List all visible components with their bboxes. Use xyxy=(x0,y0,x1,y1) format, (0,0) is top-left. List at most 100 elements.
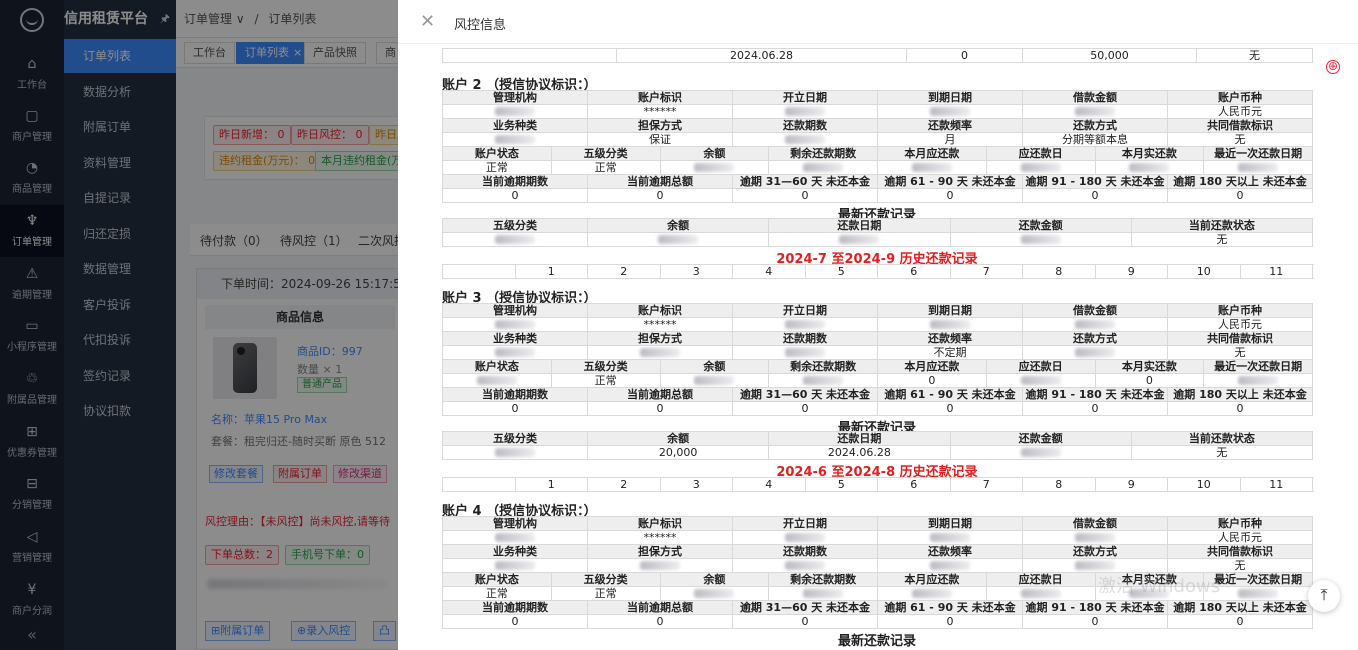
v2-0 xyxy=(442,558,588,573)
add-circle-icon[interactable]: ⊕ xyxy=(1326,60,1340,74)
h3-7: 最近一次还款日期 xyxy=(1203,146,1313,161)
h1-3: 到期日期 xyxy=(877,90,1023,105)
v4-2: 0 xyxy=(732,188,878,203)
latest-v-3 xyxy=(949,232,1132,247)
redacted-value xyxy=(1238,589,1279,598)
v1-4 xyxy=(1022,317,1168,332)
v4-3: 0 xyxy=(877,401,1023,416)
h3-6: 本月实还款 xyxy=(1094,359,1205,374)
v3-0 xyxy=(442,373,552,388)
v2-2 xyxy=(732,558,878,573)
v4-3: 0 xyxy=(877,188,1023,203)
redacted-value xyxy=(640,561,680,570)
v1-4 xyxy=(1022,530,1168,545)
h2-4: 还款方式 xyxy=(1022,118,1168,133)
modal-mask-left[interactable] xyxy=(0,0,176,650)
v1-3 xyxy=(877,317,1023,332)
h2-5: 共同借款标识 xyxy=(1167,118,1313,133)
h4-4: 逾期 91 - 180 天 未还本金 xyxy=(1022,387,1168,402)
month-10: 10 xyxy=(1167,477,1241,492)
h1-1: 账户标识 xyxy=(587,90,733,105)
h2-4: 还款方式 xyxy=(1022,331,1168,346)
latest-h-4: 当前还款状态 xyxy=(1130,218,1314,233)
month-4: 4 xyxy=(732,477,806,492)
v2-3 xyxy=(877,558,1023,573)
latest-v-4: 无 xyxy=(1130,445,1314,460)
v2-4 xyxy=(1022,558,1168,573)
latest-h-0: 五级分类 xyxy=(442,431,588,446)
month-2: 2 xyxy=(587,477,661,492)
history-months-table-3: 123456789101112 xyxy=(442,477,1313,492)
v3-2 xyxy=(659,586,770,601)
month-9: 9 xyxy=(1094,264,1168,279)
h1-0: 管理机构 xyxy=(442,516,588,531)
redacted-value xyxy=(694,163,735,172)
v3-5 xyxy=(985,160,1096,175)
h1-4: 借款金额 xyxy=(1022,303,1168,318)
redacted-value xyxy=(911,163,952,172)
h1-4: 借款金额 xyxy=(1022,516,1168,531)
back-to-top-icon[interactable]: ⤒ xyxy=(1308,580,1340,612)
latest-h-1: 余额 xyxy=(586,218,770,233)
redacted-value xyxy=(1075,320,1115,329)
month-11: 11 xyxy=(1239,264,1313,279)
v1-1: ****** xyxy=(587,317,733,332)
account-table-3: 管理机构 账户标识 开立日期 到期日期 借款金额 账户币种 ****** 人民币元 业务种类 担保… xyxy=(442,303,1313,416)
h4-3: 逾期 61 - 90 天 未还本金 xyxy=(877,387,1023,402)
v1-1: ****** xyxy=(587,104,733,119)
h2-5: 共同借款标识 xyxy=(1167,331,1313,346)
v4-0: 0 xyxy=(442,614,588,629)
redacted-value xyxy=(803,589,844,598)
month-6: 6 xyxy=(877,264,951,279)
h2-5: 共同借款标识 xyxy=(1167,544,1313,559)
month-1: 1 xyxy=(514,264,588,279)
latest-v-4: 无 xyxy=(1130,232,1314,247)
h3-4: 本月应还款 xyxy=(877,572,987,587)
v2-1: 保证 xyxy=(587,132,733,147)
redacted-value xyxy=(1075,533,1115,542)
h3-0: 账户状态 xyxy=(442,572,552,587)
h2-0: 业务种类 xyxy=(442,118,588,133)
close-icon[interactable]: ✕ xyxy=(420,12,435,32)
redacted-value xyxy=(911,589,952,598)
redacted-value xyxy=(1020,589,1061,598)
h2-2: 还款期数 xyxy=(732,331,878,346)
month-6: 6 xyxy=(877,477,951,492)
v3-2 xyxy=(659,373,770,388)
v1-1: ****** xyxy=(587,530,733,545)
month-4: 4 xyxy=(732,264,806,279)
redacted-value xyxy=(1020,235,1061,244)
redacted-value xyxy=(1020,163,1061,172)
v3-0: 正常 xyxy=(442,160,552,175)
v3-3 xyxy=(768,373,878,388)
v4-2: 0 xyxy=(732,614,878,629)
redacted-value xyxy=(1075,348,1115,357)
h1-5: 账户币种 xyxy=(1167,516,1313,531)
h2-1: 担保方式 xyxy=(587,118,733,133)
v4-4: 0 xyxy=(1022,188,1168,203)
redacted-value xyxy=(785,533,825,542)
v1-2 xyxy=(732,104,878,119)
modal-mask[interactable] xyxy=(176,0,398,650)
h1-0: 管理机构 xyxy=(442,90,588,105)
h4-5: 逾期 180 天以上 未还本金 xyxy=(1167,174,1313,189)
redacted-value xyxy=(785,320,825,329)
v4-3: 0 xyxy=(877,614,1023,629)
redacted-value xyxy=(694,376,735,385)
v1-3 xyxy=(877,104,1023,119)
v4-5: 0 xyxy=(1167,401,1313,416)
month-8: 8 xyxy=(1022,264,1096,279)
h2-3: 还款频率 xyxy=(877,118,1023,133)
h1-0: 管理机构 xyxy=(442,303,588,318)
v2-3: 月 xyxy=(877,132,1023,147)
h4-5: 逾期 180 天以上 未还本金 xyxy=(1167,387,1313,402)
month-7: 7 xyxy=(949,264,1023,279)
v1-0 xyxy=(442,104,588,119)
redacted-value xyxy=(495,235,535,244)
v3-4 xyxy=(877,586,987,601)
latest-v-2 xyxy=(768,232,951,247)
redacted-value xyxy=(495,107,535,116)
v1-2 xyxy=(732,317,878,332)
latest-h-2: 还款日期 xyxy=(768,431,951,446)
latest-v-1: 20,000 xyxy=(586,445,770,460)
